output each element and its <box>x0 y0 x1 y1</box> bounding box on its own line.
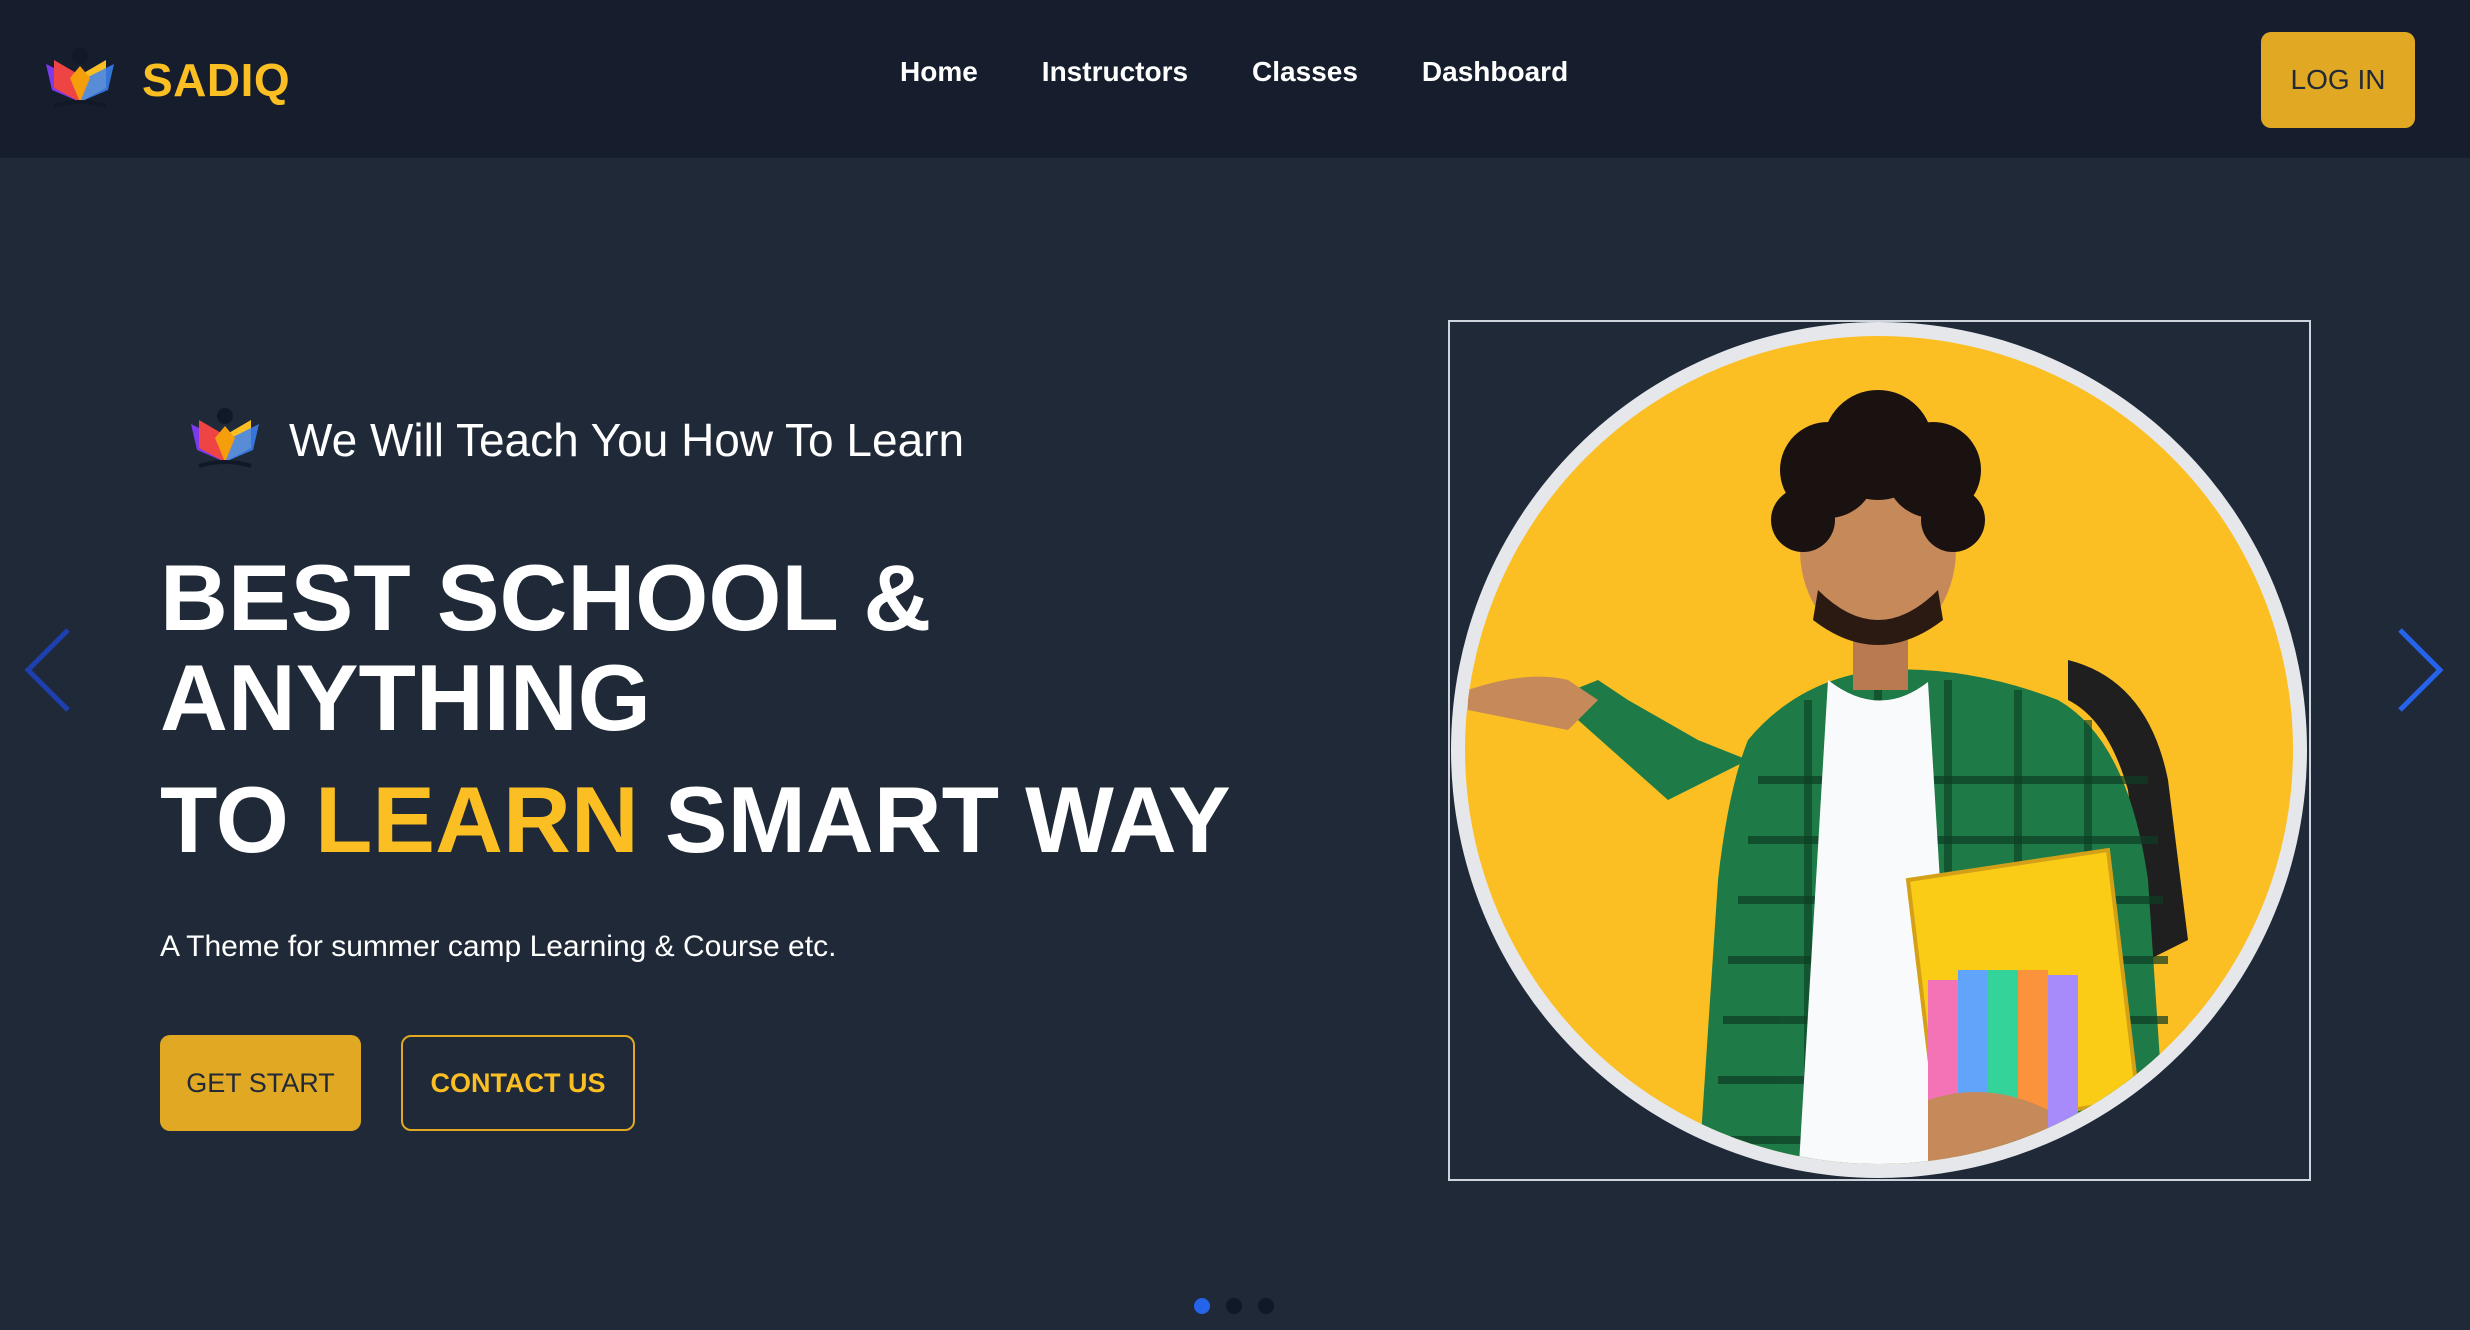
contact-us-button[interactable]: CONTACT US <box>401 1035 635 1131</box>
carousel-dot-2[interactable] <box>1226 1298 1242 1314</box>
nav-home[interactable]: Home <box>900 56 978 88</box>
headline-accent: LEARN <box>314 767 639 872</box>
nav-dashboard[interactable]: Dashboard <box>1422 56 1568 88</box>
tagline-text: We Will Teach You How To Learn <box>289 414 965 466</box>
main-nav: Home Instructors Classes Dashboard <box>900 56 1568 88</box>
brand-name: SADIQ <box>142 54 291 106</box>
get-start-button[interactable]: GET START <box>160 1035 361 1131</box>
carousel-dot-3[interactable] <box>1258 1298 1274 1314</box>
nav-classes[interactable]: Classes <box>1252 56 1358 88</box>
headline-line-1: BEST SCHOOL & <box>160 545 932 650</box>
hero-subtext: A Theme for summer camp Learning & Cours… <box>160 930 837 963</box>
navbar: SADIQ Home Instructors Classes Dashboard… <box>0 0 2470 158</box>
headline-line-3: TO LEARN SMART WAY <box>160 770 1231 870</box>
book-logo-icon <box>191 408 259 468</box>
carousel-dots <box>1194 1298 1274 1314</box>
hero-tagline: We Will Teach You How To Learn <box>185 395 964 485</box>
login-button[interactable]: LOG IN <box>2261 32 2415 128</box>
nav-instructors[interactable]: Instructors <box>1042 56 1188 88</box>
headline-line-2: ANYTHING <box>160 645 651 750</box>
chevron-right-icon[interactable] <box>2390 625 2450 715</box>
chevron-left-icon[interactable] <box>18 625 78 715</box>
carousel-dot-1[interactable] <box>1194 1298 1210 1314</box>
brand[interactable]: SADIQ <box>40 40 290 120</box>
book-logo-icon <box>46 48 114 108</box>
hero-headline: BEST SCHOOL & ANYTHING <box>160 548 1360 748</box>
student-photo <box>1451 322 2307 1178</box>
headline-prefix: TO <box>160 767 289 872</box>
headline-suffix: SMART WAY <box>664 767 1231 872</box>
